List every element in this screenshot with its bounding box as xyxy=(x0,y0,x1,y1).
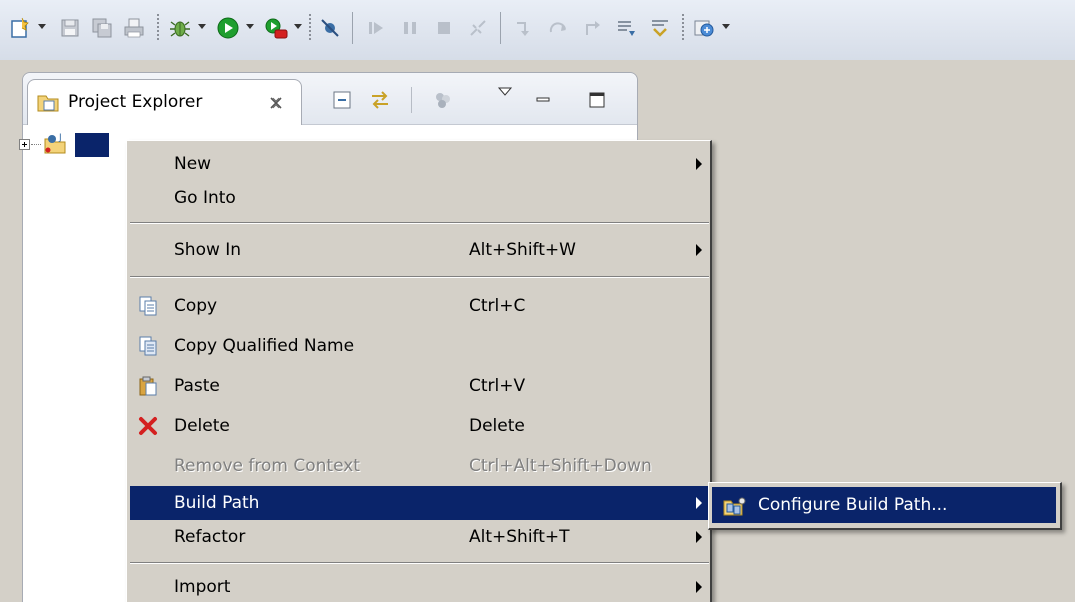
menu-item-build-path[interactable]: Build Path xyxy=(130,486,709,520)
new-java-project-dropdown-icon[interactable] xyxy=(722,24,730,29)
view-menu-icon[interactable] xyxy=(493,80,517,104)
toolbar-separator xyxy=(682,14,684,42)
menu-item-label: Remove from Context xyxy=(174,456,360,476)
use-step-filters-icon[interactable] xyxy=(646,14,674,42)
save-icon[interactable] xyxy=(56,14,84,42)
toolbar-separator xyxy=(500,12,501,44)
view-toolbar-separator xyxy=(411,87,412,113)
menu-item-show-in[interactable]: Show In Alt+Shift+W xyxy=(130,233,709,267)
new-icon[interactable] xyxy=(6,14,34,42)
project-name-label[interactable] xyxy=(75,133,109,157)
disconnect-icon[interactable] xyxy=(464,14,492,42)
tree-expand-icon[interactable] xyxy=(19,139,30,150)
menu-item-copy-qualified-name[interactable]: Copy Qualified Name xyxy=(130,329,709,363)
menu-separator xyxy=(130,276,709,278)
submenu-arrow-icon xyxy=(696,497,702,509)
menu-item-shortcut: Ctrl+Alt+Shift+Down xyxy=(469,456,652,476)
menu-item-delete[interactable]: Delete Delete xyxy=(130,409,709,443)
menu-item-shortcut: Delete xyxy=(469,416,525,436)
context-menu: New Go Into Show In Alt+Shift+W Copy Ctr… xyxy=(126,140,712,602)
menu-item-configure-build-path[interactable]: Configure Build Path... xyxy=(712,487,1056,523)
new-java-project-icon[interactable] xyxy=(690,14,718,42)
menu-item-paste[interactable]: Paste Ctrl+V xyxy=(130,369,709,403)
external-tools-dropdown-icon[interactable] xyxy=(294,24,302,29)
focus-on-active-task-icon[interactable] xyxy=(431,88,455,112)
menu-separator xyxy=(130,562,709,564)
step-return-icon[interactable] xyxy=(578,14,606,42)
toolbar-separator xyxy=(309,14,311,42)
step-over-icon[interactable] xyxy=(544,14,572,42)
menu-item-remove-from-context: Remove from Context Ctrl+Alt+Shift+Down xyxy=(130,449,709,483)
external-tools-icon[interactable] xyxy=(262,14,290,42)
view-tab-bar: Project Explorer xyxy=(23,73,637,125)
menu-item-label: Go Into xyxy=(174,188,236,208)
submenu-arrow-icon xyxy=(696,158,702,170)
copy-icon xyxy=(138,296,158,316)
submenu-arrow-icon xyxy=(696,581,702,593)
toolbar-separator xyxy=(157,14,159,42)
print-icon[interactable] xyxy=(120,14,148,42)
tab-title: Project Explorer xyxy=(68,92,203,112)
debug-dropdown-icon[interactable] xyxy=(198,24,206,29)
paste-icon xyxy=(138,376,158,396)
menu-item-label: New xyxy=(174,154,212,174)
submenu-arrow-icon xyxy=(696,531,702,543)
menu-item-label: Refactor xyxy=(174,527,246,547)
configure-build-path-icon xyxy=(722,495,748,522)
menu-item-label: Paste xyxy=(174,376,220,396)
collapse-all-icon[interactable] xyxy=(330,88,354,112)
new-dropdown-icon[interactable] xyxy=(38,24,46,29)
submenu-item-label: Configure Build Path... xyxy=(758,495,948,515)
menu-item-new[interactable]: New xyxy=(130,147,709,181)
step-into-icon[interactable] xyxy=(510,14,538,42)
menu-item-label: Delete xyxy=(174,416,230,436)
link-with-editor-icon[interactable] xyxy=(368,88,392,112)
run-icon[interactable] xyxy=(214,14,242,42)
menu-item-shortcut: Alt+Shift+T xyxy=(469,527,570,547)
menu-item-refactor[interactable]: Refactor Alt+Shift+T xyxy=(130,520,709,554)
suspend-icon[interactable] xyxy=(396,14,424,42)
drop-to-frame-icon[interactable] xyxy=(612,14,640,42)
menu-item-import[interactable]: Import xyxy=(130,570,709,602)
minimize-icon[interactable] xyxy=(531,88,555,112)
java-project-icon: J xyxy=(43,131,71,162)
project-explorer-icon xyxy=(36,91,62,120)
menu-item-label: Show In xyxy=(174,240,242,260)
svg-text:J: J xyxy=(58,133,62,143)
save-all-icon[interactable] xyxy=(88,14,116,42)
menu-item-label: Copy xyxy=(174,296,218,316)
menu-separator xyxy=(130,222,709,224)
skip-breakpoints-icon[interactable] xyxy=(316,14,344,42)
menu-item-shortcut: Alt+Shift+W xyxy=(469,240,576,260)
menu-item-shortcut: Ctrl+V xyxy=(469,376,526,396)
menu-item-label: Build Path xyxy=(174,493,260,513)
submenu-arrow-icon xyxy=(696,244,702,256)
main-toolbar xyxy=(0,0,1075,60)
menu-item-copy[interactable]: Copy Ctrl+C xyxy=(130,289,709,323)
debug-icon[interactable] xyxy=(166,14,194,42)
toolbar-separator xyxy=(352,12,353,44)
menu-item-shortcut: Ctrl+C xyxy=(469,296,526,316)
copy-qualified-name-icon xyxy=(138,336,158,356)
close-icon[interactable] xyxy=(268,95,284,116)
terminate-icon[interactable] xyxy=(430,14,458,42)
delete-icon xyxy=(138,416,158,436)
menu-item-label: Copy Qualified Name xyxy=(174,336,355,356)
menu-item-label: Import xyxy=(174,577,231,597)
maximize-icon[interactable] xyxy=(585,88,609,112)
resume-icon[interactable] xyxy=(362,14,390,42)
run-dropdown-icon[interactable] xyxy=(246,24,254,29)
tab-project-explorer[interactable]: Project Explorer xyxy=(27,79,302,125)
tree-connector xyxy=(31,144,41,145)
build-path-submenu: Configure Build Path... xyxy=(708,482,1062,530)
menu-item-go-into[interactable]: Go Into xyxy=(130,181,709,215)
